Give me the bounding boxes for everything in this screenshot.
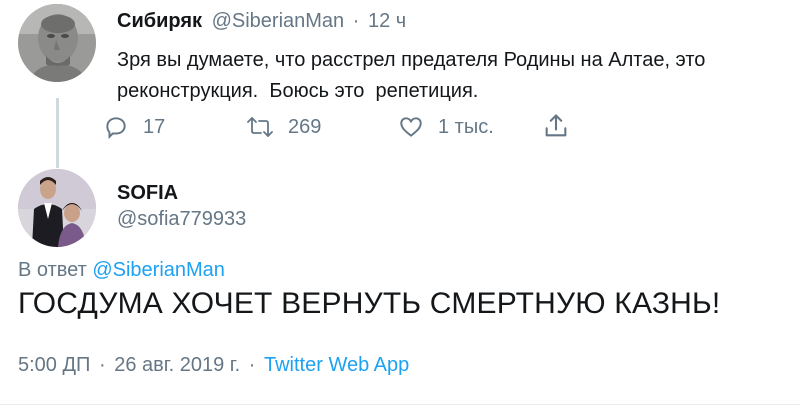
tweet-header: Сибиряк @SiberianMan · 12 ч bbox=[117, 10, 406, 33]
like-action[interactable]: 1 тыс. bbox=[398, 114, 494, 140]
speech-bubble-icon bbox=[103, 114, 129, 140]
tweet-text-line-1: Зря вы думаете, что расстрел предателя Р… bbox=[117, 49, 706, 71]
retweet-action[interactable]: 269 bbox=[246, 114, 321, 140]
reply-date[interactable]: 26 авг. 2019 г. bbox=[114, 354, 240, 376]
thread-connector-line bbox=[56, 98, 59, 168]
in-reply-to: В ответ @SiberianMan bbox=[18, 259, 225, 282]
tweet-text-line-2: реконструкция. Боюсь это репетиция. bbox=[117, 80, 479, 102]
retweet-icon bbox=[246, 114, 274, 140]
couple-photo-image bbox=[18, 169, 96, 247]
reply-author-name[interactable]: SOFIA bbox=[117, 182, 178, 205]
in-reply-prefix: В ответ bbox=[18, 259, 87, 281]
reply-action[interactable]: 17 bbox=[103, 114, 165, 140]
bottom-divider bbox=[0, 404, 800, 405]
meta-separator-1: · bbox=[98, 354, 106, 376]
reply-text: ГОСДУМА ХОЧЕТ ВЕРНУТЬ СМЕРТНУЮ КАЗНЬ! bbox=[18, 287, 721, 320]
reply-meta: 5:00 ДП · 26 авг. 2019 г. · Twitter Web … bbox=[18, 354, 409, 377]
source-link[interactable]: Twitter Web App bbox=[264, 354, 409, 376]
author-name[interactable]: Сибиряк bbox=[117, 10, 202, 32]
sofia-avatar[interactable] bbox=[18, 169, 96, 247]
reply-count: 17 bbox=[143, 115, 166, 138]
reply-author-handle[interactable]: @sofia779933 bbox=[117, 208, 246, 231]
reply-time[interactable]: 5:00 ДП bbox=[18, 354, 90, 376]
retweet-count: 269 bbox=[288, 115, 322, 138]
in-reply-handle-link[interactable]: @SiberianMan bbox=[92, 259, 225, 281]
share-button[interactable] bbox=[542, 112, 570, 145]
tweet-text: Зря вы думаете, что расстрел предателя Р… bbox=[117, 45, 705, 107]
share-icon bbox=[542, 114, 570, 144]
meta-separator-2: · bbox=[248, 354, 256, 376]
siberianman-avatar[interactable] bbox=[18, 4, 96, 82]
header-separator: · bbox=[352, 10, 360, 32]
like-count: 1 тыс. bbox=[438, 115, 494, 138]
tweet-time[interactable]: 12 ч bbox=[368, 10, 406, 32]
sculpture-face-image bbox=[18, 4, 96, 82]
author-handle[interactable]: @SiberianMan bbox=[212, 10, 345, 32]
heart-icon bbox=[398, 114, 424, 140]
